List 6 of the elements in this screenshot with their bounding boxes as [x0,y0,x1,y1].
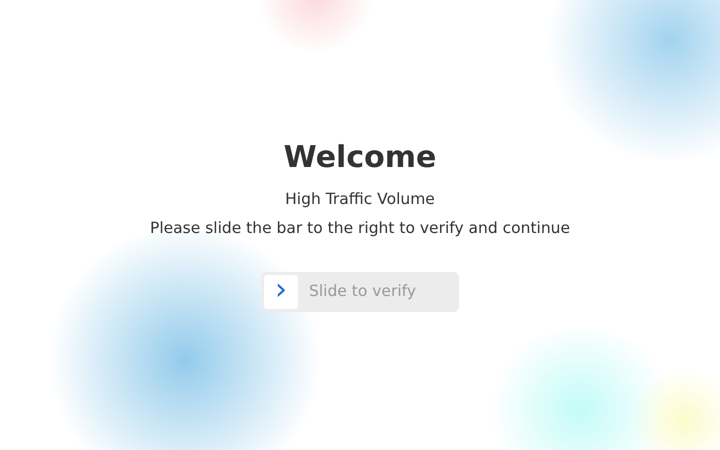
instruction-text: Please slide the bar to the right to verify and continue [148,218,572,240]
slider-track[interactable]: › Slide to verify [261,272,459,312]
page-title: Welcome [282,140,438,176]
slider-label: Slide to verify [309,280,416,302]
slider-handle[interactable]: › [264,274,298,308]
subtitle: High Traffic Volume [284,189,436,210]
